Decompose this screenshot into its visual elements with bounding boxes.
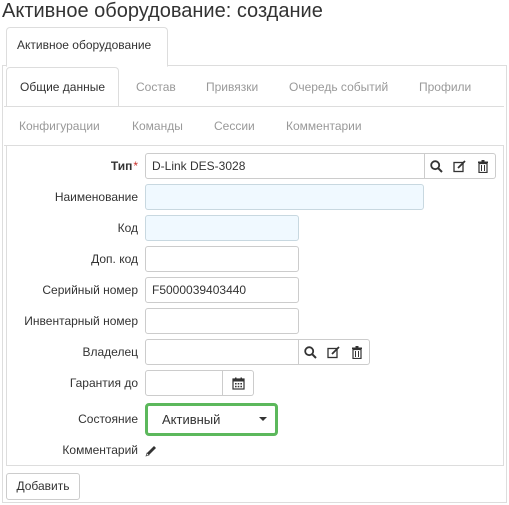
type-field[interactable]: D-Link DES-3028 xyxy=(145,153,425,179)
serial-label: Серийный номер xyxy=(42,283,138,297)
inventory-label: Инвентарный номер xyxy=(24,314,138,328)
tab-profiles[interactable]: Профили xyxy=(419,80,471,94)
calendar-button[interactable] xyxy=(223,370,254,396)
tab-event-queue[interactable]: Очередь событий xyxy=(289,80,388,94)
state-select-value: Активный xyxy=(162,412,221,427)
owner-field[interactable] xyxy=(145,339,299,365)
search-icon[interactable] xyxy=(299,340,322,364)
inventory-input[interactable] xyxy=(145,308,299,334)
tab-sessions[interactable]: Сессии xyxy=(214,119,255,133)
calendar-icon[interactable] xyxy=(223,371,253,395)
add-button[interactable]: Добавить xyxy=(6,473,80,500)
edit-icon[interactable] xyxy=(448,154,471,178)
type-label: Тип* xyxy=(110,159,138,173)
tab-active-equipment[interactable]: Активное оборудование xyxy=(6,27,168,67)
chevron-down-icon xyxy=(259,417,267,421)
tab-composition[interactable]: Состав xyxy=(136,80,176,94)
name-input[interactable] xyxy=(145,184,424,210)
top-tab-bar: Активное оборудование xyxy=(2,27,507,67)
code-input[interactable] xyxy=(145,215,299,241)
warranty-label: Гарантия до xyxy=(69,376,138,390)
required-mark: * xyxy=(133,159,138,173)
trash-icon[interactable] xyxy=(345,340,368,364)
serial-input[interactable]: F5000039403440 xyxy=(145,277,299,303)
name-label: Наименование xyxy=(54,190,138,204)
tab-configurations[interactable]: Конфигурации xyxy=(19,119,100,133)
trash-icon[interactable] xyxy=(471,154,494,178)
tab-bindings[interactable]: Привязки xyxy=(206,80,258,94)
owner-label: Владелец xyxy=(82,345,138,359)
tab-comments[interactable]: Комментарии xyxy=(286,119,362,133)
pencil-icon[interactable] xyxy=(145,444,157,457)
tab-row-divider xyxy=(4,106,504,107)
extra-code-input[interactable] xyxy=(145,246,299,272)
extra-code-label: Доп. код xyxy=(91,252,138,266)
tab-general[interactable]: Общие данные xyxy=(6,67,119,107)
state-select[interactable]: Активный xyxy=(145,403,278,436)
state-label: Состояние xyxy=(78,412,138,426)
owner-actions xyxy=(299,339,370,365)
warranty-input[interactable] xyxy=(145,370,223,396)
type-actions xyxy=(425,153,496,179)
code-label: Код xyxy=(117,221,138,235)
search-icon[interactable] xyxy=(425,154,448,178)
comment-label: Комментарий xyxy=(62,443,138,457)
page-title: Активное оборудование: создание xyxy=(2,0,323,22)
edit-icon[interactable] xyxy=(322,340,345,364)
tab-commands[interactable]: Команды xyxy=(132,119,183,133)
